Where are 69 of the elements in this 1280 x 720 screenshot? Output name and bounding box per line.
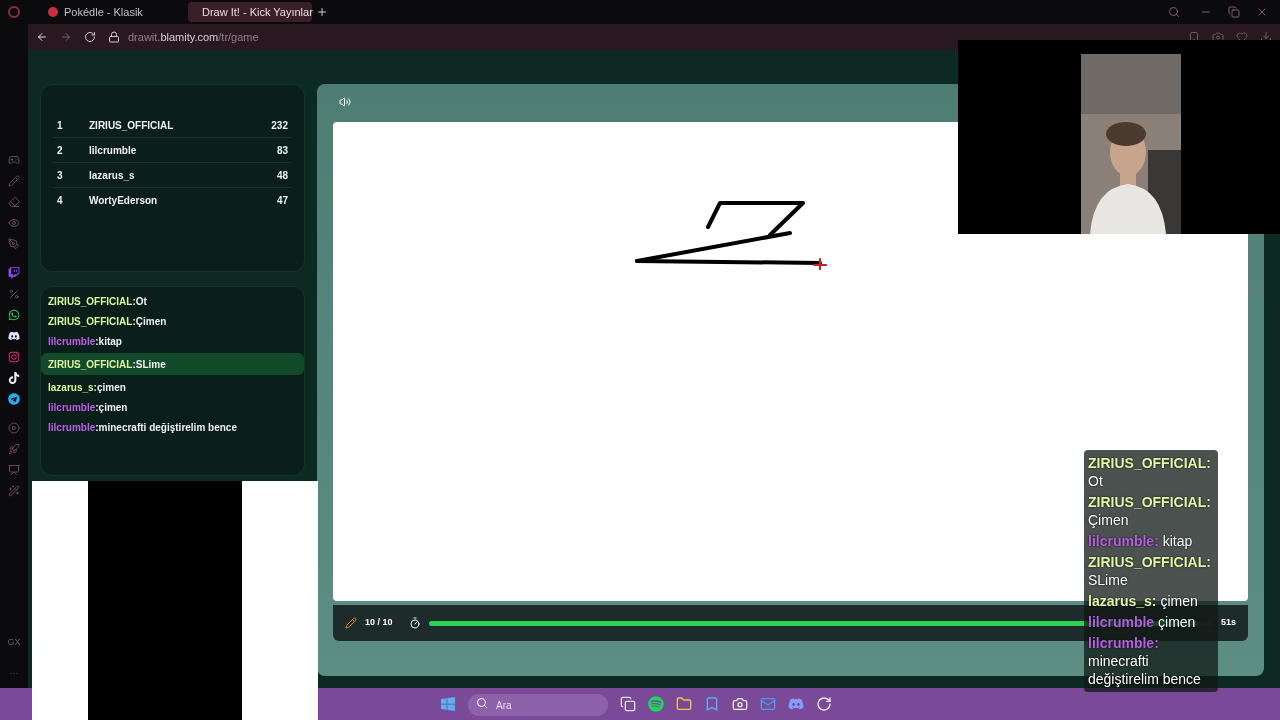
download-icon[interactable] <box>1260 31 1272 43</box>
chat-message: lazarus_s:çimen <box>47 380 127 395</box>
start-icon[interactable] <box>440 696 456 712</box>
tiktok-icon[interactable] <box>8 372 20 384</box>
lock-icon <box>108 31 120 43</box>
url-text[interactable]: drawit.blamity.com/tr/game <box>128 28 259 46</box>
instagram-icon[interactable] <box>8 351 20 363</box>
stream-chat-message: ZIRIUS_OFFICIAL: Ot <box>1088 454 1212 490</box>
player-name: WortyEderson <box>89 194 159 208</box>
chat-message: ZIRIUS_OFFICIAL:Ot <box>47 294 148 309</box>
camera-icon[interactable] <box>1212 31 1224 43</box>
stream-chat-message: lazarus_s: çimen <box>1088 592 1199 610</box>
search-field[interactable]: Ara <box>468 694 608 717</box>
chat-message: lilcrumble:minecrafti değiştirelim bence <box>47 420 238 435</box>
round-counter: 10 / 10 <box>365 616 393 630</box>
restore-icon[interactable] <box>1228 6 1240 18</box>
rank-number: 4 <box>57 194 64 208</box>
chat-message: lilcrumble:çimen <box>47 400 129 415</box>
pencil-icon[interactable] <box>8 175 20 187</box>
pencil-icon <box>345 617 357 629</box>
mail-icon[interactable] <box>760 696 776 712</box>
chat-message: ZIRIUS_OFFICIAL:Çimen <box>47 314 168 329</box>
gamepad-icon[interactable] <box>8 154 20 166</box>
timer-icon <box>408 617 421 629</box>
forward-icon[interactable] <box>60 31 72 43</box>
rocket-icon[interactable] <box>8 443 20 455</box>
rank-number: 2 <box>57 143 64 158</box>
browser-tab[interactable]: Draw It! - Kick Yayınlar <box>188 2 312 22</box>
eraser-icon[interactable] <box>8 196 20 208</box>
player-name: lilcrumble <box>89 143 138 158</box>
player-score: 232 <box>271 118 288 133</box>
timer-reading: 51s <box>1220 616 1236 630</box>
chat-message: ZIRIUS_OFFICIAL:SLime <box>41 353 304 375</box>
stream-chat-message: lilcrumble: minecrafti değiştirelim bence <box>1088 634 1202 688</box>
task-view-icon[interactable] <box>620 696 636 712</box>
discord-icon[interactable] <box>8 330 20 342</box>
camera-icon[interactable] <box>732 696 748 712</box>
twitch-icon[interactable] <box>8 267 20 279</box>
new-tab-icon[interactable] <box>316 6 328 18</box>
folder-icon[interactable] <box>676 696 692 712</box>
search-icon[interactable] <box>1168 6 1180 18</box>
telegram-icon[interactable] <box>8 393 20 405</box>
rank-number: 3 <box>57 168 64 183</box>
player-name: ZIRIUS_OFFICIAL <box>89 118 175 133</box>
player-score: 83 <box>276 143 288 158</box>
whatsapp-icon[interactable] <box>8 309 20 321</box>
stream-chat-message: lilcrumble: kitap <box>1088 532 1194 550</box>
play-icon[interactable] <box>8 422 20 434</box>
browser-tab[interactable]: Pokédle - Klasik <box>40 2 160 22</box>
back-icon[interactable] <box>36 31 48 43</box>
percent-icon[interactable] <box>8 288 20 300</box>
wand-icon[interactable] <box>8 485 20 497</box>
rank-number: 1 <box>57 118 64 133</box>
speaker-icon[interactable] <box>339 96 351 108</box>
close-icon[interactable] <box>1256 6 1268 18</box>
player-name: lazarus_s <box>89 168 136 183</box>
pen-icon[interactable] <box>8 238 20 250</box>
player-score: 48 <box>276 168 288 183</box>
heart-icon[interactable] <box>1236 31 1248 43</box>
easel-icon[interactable] <box>8 464 20 476</box>
search-icon <box>476 696 488 709</box>
chat-message: lilcrumble:kitap <box>47 334 123 349</box>
bookmark-icon[interactable] <box>1188 31 1200 43</box>
stream-chat-message: lilcrumble çimen <box>1088 613 1197 631</box>
player-score: 47 <box>276 194 288 208</box>
eye-icon[interactable] <box>8 217 20 229</box>
spotify-icon[interactable] <box>648 696 664 712</box>
reload-icon[interactable] <box>84 31 96 43</box>
browser-logo-icon[interactable] <box>8 6 20 18</box>
